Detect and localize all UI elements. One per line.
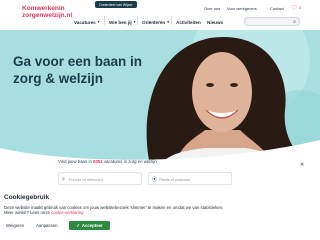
logo-line-2: zorgenwelzijn.nl — [22, 12, 73, 19]
chevron-down-icon: ▾ — [167, 20, 169, 24]
nav-wie-ben-jij[interactable]: Wie ben jij ▾ — [109, 17, 135, 27]
customize-button[interactable]: Aanpassen — [36, 223, 58, 228]
parent-org-tag[interactable]: Onderdeel van Wijzer — [95, 1, 137, 8]
nav-vacatures[interactable]: Vacatures ▾ — [74, 17, 99, 27]
vacancy-suffix: vacatures in zorg en welzijn — [103, 159, 157, 164]
decline-button[interactable]: Weigeren — [6, 223, 24, 228]
site-header: Komwerkenin zorgenwelzijn.nl Onderdeel v… — [0, 0, 320, 30]
location-field[interactable]: ⦿ Plaats of postcode — [148, 172, 232, 185]
nav-label: Activiteiten — [176, 19, 201, 25]
chevron-down-icon: ▾ — [133, 20, 136, 24]
nav-label: Oriënteren — [142, 19, 166, 25]
cookie-policy-link[interactable]: cookie-verklaring — [51, 210, 83, 215]
accept-label: Accepteer — [81, 223, 103, 228]
search-icon[interactable]: ⌕ — [293, 19, 296, 25]
nav-orienteren[interactable]: Oriënteren ▾ — [142, 17, 169, 27]
hero-photo — [0, 30, 320, 165]
cookie-text: Deze website maakt gebruik van cookies o… — [4, 205, 224, 210]
top-link-werkgevers[interactable]: Voor werkgevers — [227, 6, 257, 11]
close-icon[interactable]: ✕ — [300, 162, 304, 168]
cookie-title: Cookiegebruik — [4, 194, 50, 201]
nav-label: Vacatures — [74, 19, 96, 25]
vacancy-prefix: Vind jouw baan in — [58, 159, 92, 164]
accept-button[interactable]: ✓ Accepteer — [69, 221, 110, 230]
top-link-over-ons[interactable]: Over ons — [204, 6, 220, 11]
nav-label: Nieuws — [207, 19, 224, 25]
location-pin-icon: ⦿ — [152, 177, 158, 183]
hero-title: Ga voor een baan in zorg & welzijn — [13, 54, 143, 86]
hero-banner: Ga voor een baan in zorg & welzijn — [0, 30, 320, 165]
vacancy-count: 8351 — [93, 159, 103, 164]
keyword-field[interactable]: ⌕ Functie of trefwoord — [58, 172, 142, 185]
logo-line-1: Komwerkenin — [22, 5, 65, 12]
nav-label: Wie ben jij — [109, 19, 132, 25]
cookie-banner: Cookiegebruik Deze website maakt gebruik… — [0, 190, 320, 240]
chevron-down-icon: ▾ — [97, 20, 100, 24]
nav-divider — [104, 16, 105, 25]
cookie-description: Deze website maakt gebruik van cookies o… — [4, 205, 264, 216]
nav-nieuws[interactable]: Nieuws — [207, 17, 223, 27]
search-input[interactable]: ⌕ — [244, 17, 300, 26]
check-icon: ✓ — [76, 222, 80, 228]
nav-divider — [137, 16, 138, 25]
heart-icon[interactable]: ♡ — [291, 4, 297, 12]
favorites-count: 0 — [299, 5, 302, 10]
top-link-contact[interactable]: Contact — [270, 6, 284, 11]
cookie-text-more: Meer weten? Lees onze — [4, 210, 50, 216]
location-placeholder: Plaats of postcode — [159, 177, 191, 182]
nav-divider — [171, 16, 172, 25]
nav-activiteiten[interactable]: Activiteiten — [176, 17, 201, 27]
keyword-placeholder: Functie of trefwoord — [69, 177, 103, 182]
vacancy-intro: Vind jouw baan in 8351 vacatures in zorg… — [58, 159, 157, 164]
search-icon: ⌕ — [62, 176, 65, 182]
site-logo[interactable]: Komwerkenin zorgenwelzijn.nl — [22, 5, 72, 19]
